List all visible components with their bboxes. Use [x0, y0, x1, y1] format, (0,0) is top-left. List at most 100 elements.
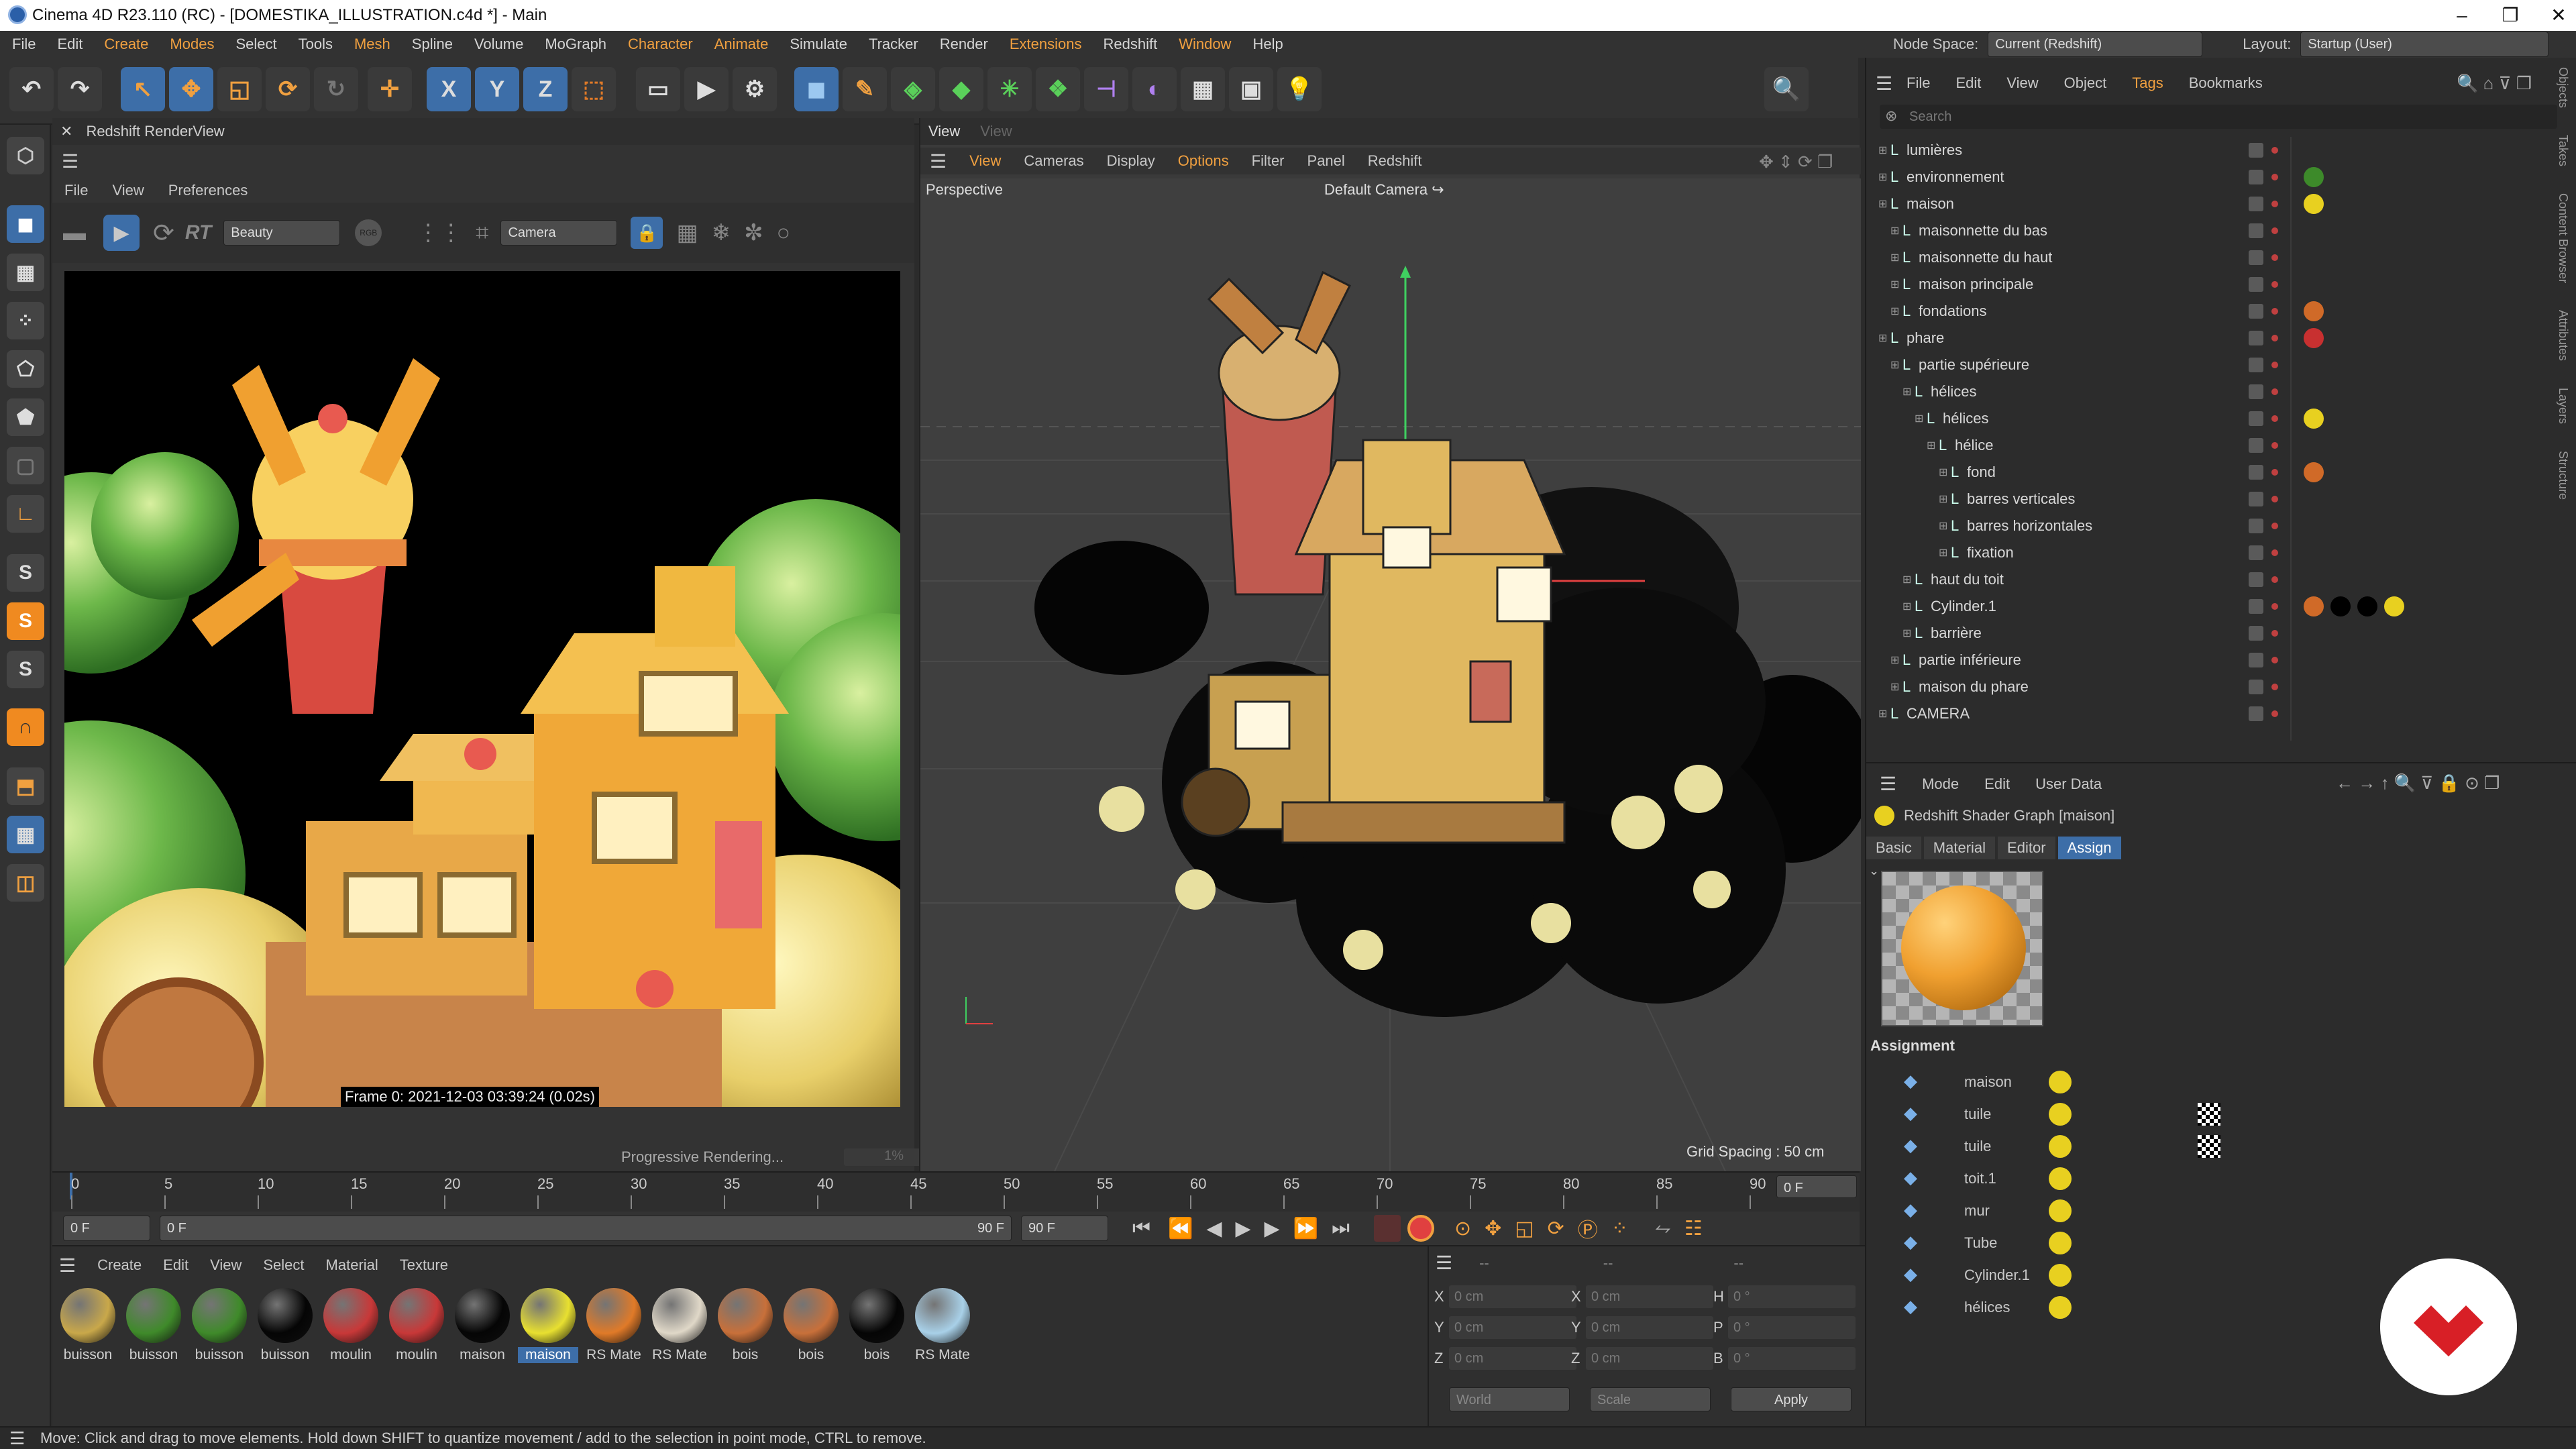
material-swatch[interactable]: RS Mate [649, 1288, 710, 1363]
go-to-start-icon[interactable]: ⏮ [1132, 1217, 1150, 1240]
material-swatch[interactable]: buisson [123, 1288, 184, 1363]
render-dot-icon[interactable] [2271, 201, 2278, 207]
vp-menu-redshift[interactable]: Redshift [1368, 152, 1422, 170]
object-row[interactable]: ⊞ Lmaisonnette du bas [1866, 217, 2576, 244]
objects-hamburger-icon[interactable]: ☰ [1876, 72, 1892, 95]
object-row[interactable]: ⊞ Lpartie supérieure [1866, 352, 2576, 378]
object-row[interactable]: ⊞ Lfixation [1866, 539, 2576, 566]
visibility-toggle-icon[interactable] [2249, 599, 2263, 614]
expand-icon[interactable]: ⊞ [1890, 278, 1899, 291]
current-frame-field[interactable]: 0 F [1776, 1175, 1857, 1198]
coord-value-field[interactable]: 0 cm [1449, 1316, 1576, 1339]
object-search-input[interactable]: Search [1880, 105, 2557, 129]
mat-menu-material[interactable]: Material [326, 1256, 378, 1274]
move-tool-icon[interactable]: ✥ [169, 67, 213, 111]
render-dot-icon[interactable] [2271, 415, 2278, 422]
vp-menu-display[interactable]: Display [1107, 152, 1155, 170]
render-dot-icon[interactable] [2271, 308, 2278, 315]
side-tab-content-browser[interactable]: Content Browser [2556, 193, 2570, 283]
material-tag-icon[interactable] [2304, 596, 2324, 616]
key-position-icon[interactable]: ✥ [1485, 1217, 1501, 1240]
object-row[interactable]: ⊞ Lhaut du toit [1866, 566, 2576, 593]
visibility-toggle-icon[interactable] [2249, 706, 2263, 721]
obj-menu-bookmarks[interactable]: Bookmarks [2189, 74, 2263, 92]
aov-select[interactable]: Beauty [223, 220, 341, 246]
expand-icon[interactable]: ⊞ [1890, 251, 1899, 264]
assignment-row[interactable]: ◆ tuile [1866, 1097, 2576, 1130]
expand-icon[interactable]: ⊞ [1939, 519, 1947, 533]
coord-value-field[interactable]: 0 cm [1449, 1285, 1576, 1308]
search-clear-icon[interactable]: ⊗ [1885, 107, 1897, 125]
snowflake-icon[interactable]: ❄ [712, 219, 731, 246]
key-parameter-icon[interactable]: Ⓟ [1578, 1214, 1598, 1243]
coord-value-field[interactable]: 0 ° [1728, 1316, 1856, 1339]
menu-extensions[interactable]: Extensions [1010, 36, 1082, 53]
expand-icon[interactable]: ⊞ [1927, 439, 1935, 452]
render-dot-icon[interactable] [2271, 657, 2278, 663]
object-row[interactable]: ⊞ Lmaison du phare [1866, 674, 2576, 700]
axis-mode-icon[interactable]: ∟ [7, 495, 44, 533]
mat-menu-create[interactable]: Create [97, 1256, 142, 1274]
grid-snap-icon[interactable]: ▦ [7, 816, 44, 853]
material-swatch[interactable]: moulin [386, 1288, 447, 1363]
expand-icon[interactable]: ⊞ [1890, 224, 1899, 237]
model-mode-icon[interactable]: ◼ [7, 205, 44, 243]
visibility-toggle-icon[interactable] [2249, 492, 2263, 506]
material-swatch[interactable]: bois [715, 1288, 775, 1363]
uv-mode-icon[interactable]: ▢ [7, 447, 44, 484]
visibility-toggle-icon[interactable] [2249, 572, 2263, 587]
undo-icon[interactable]: ↶ [9, 67, 54, 111]
object-row[interactable]: ⊞ Lmaison principale [1866, 271, 2576, 298]
timeline-window-icon[interactable]: ☷ [1684, 1217, 1703, 1240]
assignment-row[interactable]: ◆ toit.1 [1866, 1162, 2576, 1194]
expand-icon[interactable]: ⊞ [1902, 385, 1911, 398]
visibility-toggle-icon[interactable] [2249, 304, 2263, 319]
visibility-toggle-icon[interactable] [2249, 411, 2263, 426]
deformer-icon[interactable]: ⊣ [1084, 67, 1128, 111]
material-tag-icon[interactable] [2304, 409, 2324, 429]
material-swatch[interactable]: RS Mate [912, 1288, 973, 1363]
object-row[interactable]: ⊞ Lmaisonnette du haut [1866, 244, 2576, 271]
attr-hamburger-icon[interactable]: ☰ [1880, 773, 1896, 795]
visibility-toggle-icon[interactable] [2249, 653, 2263, 667]
key-scale-icon[interactable]: ◱ [1515, 1217, 1534, 1240]
start-render-icon[interactable]: ▶ [103, 215, 140, 251]
rgb-channel-icon[interactable]: RGB [355, 219, 382, 246]
visibility-toggle-icon[interactable] [2249, 170, 2263, 184]
y-axis-icon[interactable]: Y [475, 67, 519, 111]
object-row[interactable]: ⊞ Lpartie inférieure [1866, 647, 2576, 674]
expand-icon[interactable]: ⊞ [1878, 170, 1887, 184]
x-axis-icon[interactable]: X [427, 67, 471, 111]
make-editable-icon[interactable]: ⬡ [7, 137, 44, 174]
menu-mograph[interactable]: MoGraph [545, 36, 606, 53]
object-row[interactable]: ⊞ Lenvironnement [1866, 164, 2576, 191]
vp-menu-cameras[interactable]: Cameras [1024, 152, 1083, 170]
object-row[interactable]: ⊞ Llumières [1866, 137, 2576, 164]
render-dot-icon[interactable] [2271, 496, 2278, 502]
menu-help[interactable]: Help [1252, 36, 1283, 53]
material-tag-icon[interactable] [2304, 462, 2324, 482]
circle-icon[interactable]: ○ [777, 220, 791, 246]
rv-menu-preferences[interactable]: Preferences [168, 182, 248, 199]
menu-select[interactable]: Select [235, 36, 276, 53]
material-tag-icon[interactable] [2304, 167, 2324, 187]
assignment-row[interactable]: ◆ Tube [1866, 1226, 2576, 1258]
materials-hamburger-icon[interactable]: ☰ [59, 1254, 76, 1277]
obj-menu-object[interactable]: Object [2064, 74, 2107, 92]
object-row[interactable]: ⊞ Lmaison [1866, 191, 2576, 217]
assignment-row[interactable]: ◆ tuile [1866, 1130, 2576, 1162]
viewport-tab-inactive[interactable]: View [980, 123, 1012, 140]
attr-menu-mode[interactable]: Mode [1922, 775, 1959, 793]
expand-icon[interactable]: ⊞ [1878, 197, 1887, 211]
render-dot-icon[interactable] [2271, 362, 2278, 368]
object-row[interactable]: ⊞ Lfond [1866, 459, 2576, 486]
expand-icon[interactable]: ⊞ [1890, 653, 1899, 667]
scale-tool-icon[interactable]: ◱ [217, 67, 262, 111]
timeline-ruler[interactable]: 0 F 0 5 10 15 20 25 30 35 40 45 50 55 60 65 70 75 80 85 90 [52, 1171, 1860, 1212]
coord-value-field[interactable]: 0 cm [1586, 1316, 1713, 1339]
expand-icon[interactable]: ⊞ [1890, 680, 1899, 694]
subdivision-icon[interactable]: ◈ [891, 67, 935, 111]
object-row[interactable]: ⊞ L Cylinder.1 [1866, 593, 2576, 620]
menu-edit[interactable]: Edit [57, 36, 83, 53]
viewport-tab-active[interactable]: View [928, 123, 960, 140]
